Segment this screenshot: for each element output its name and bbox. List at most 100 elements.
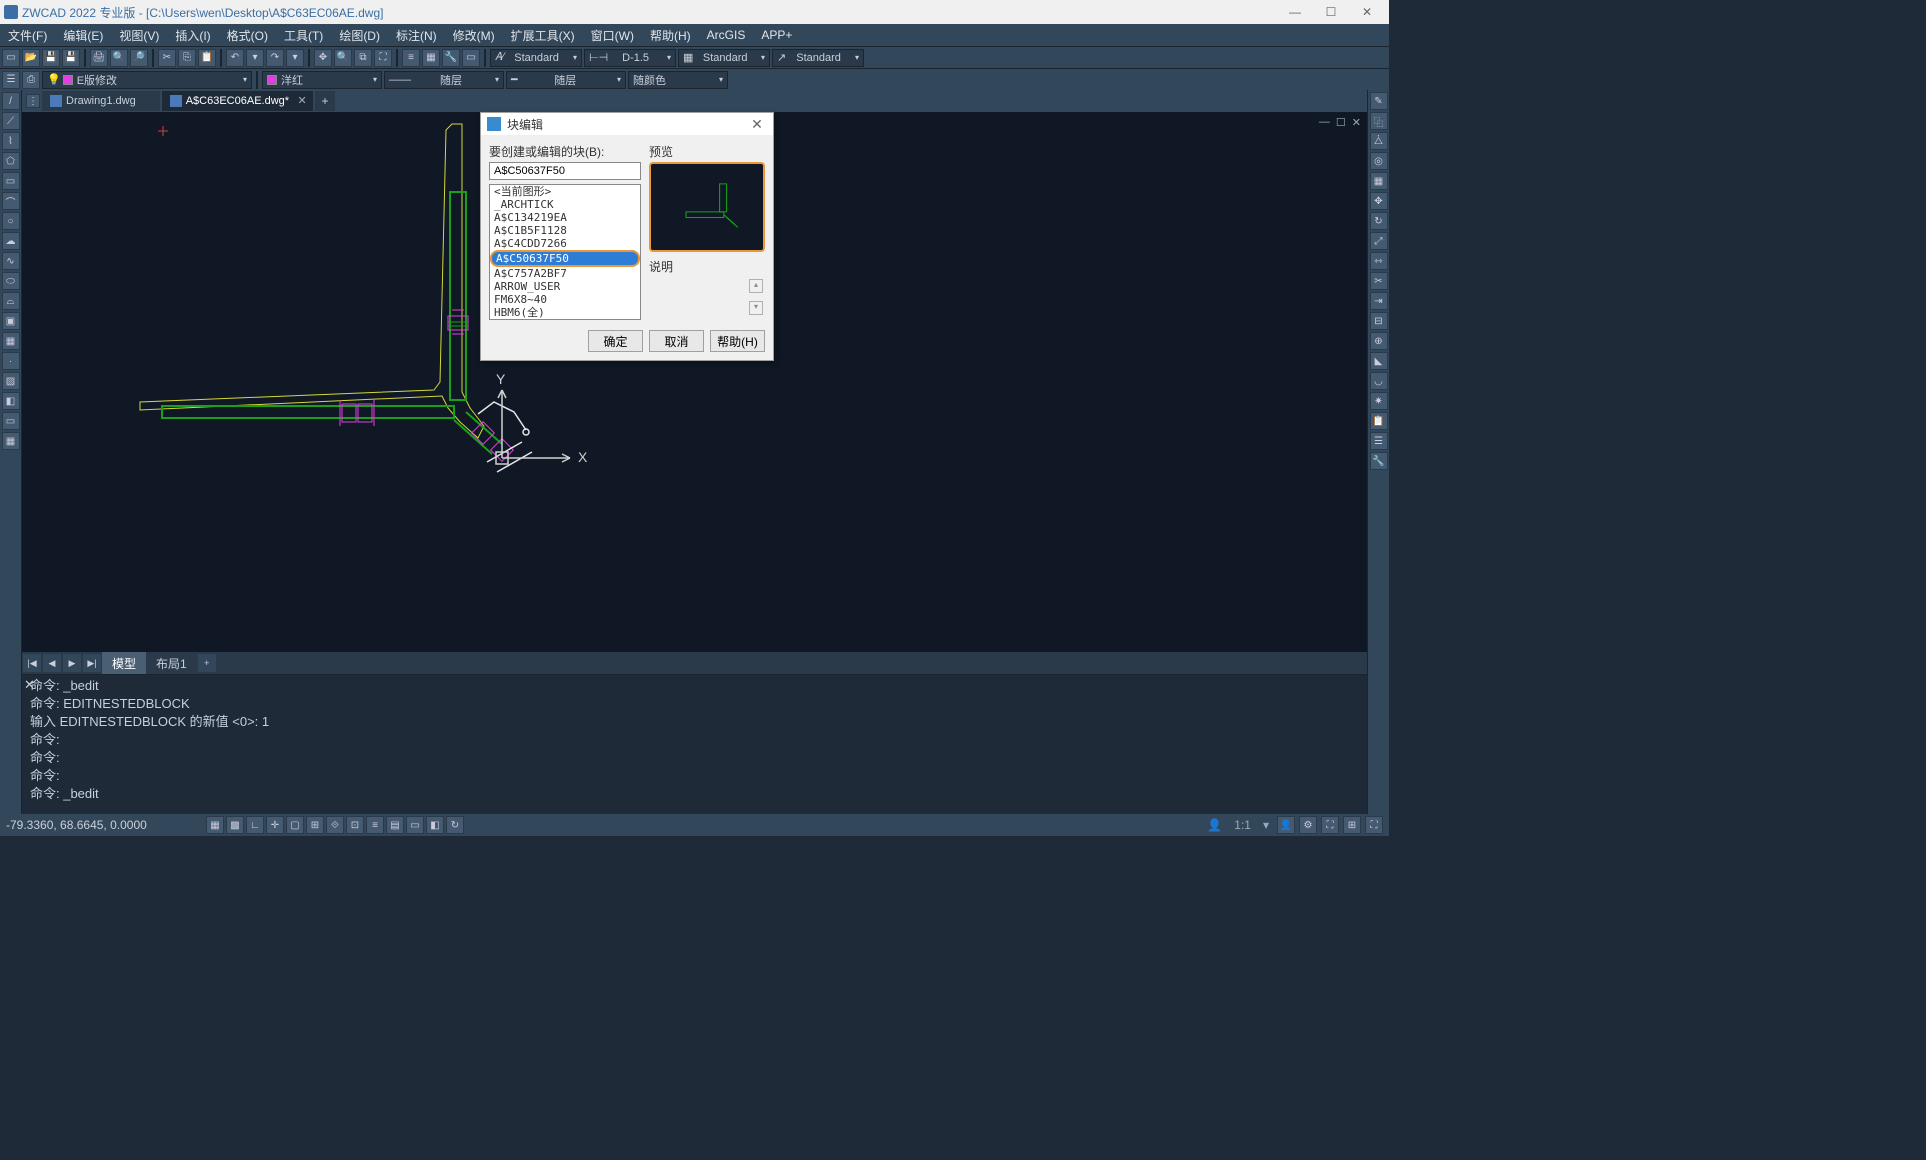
rotate-icon[interactable]: ↻ — [1370, 212, 1388, 230]
otrack-icon[interactable]: ⊞ — [306, 816, 324, 834]
region-icon[interactable]: ▭ — [2, 412, 20, 430]
list-item[interactable]: A$C757A2BF7 — [490, 267, 640, 280]
minimize-button[interactable]: — — [1277, 0, 1313, 24]
lt-add-icon[interactable]: + — [198, 654, 216, 672]
list-item[interactable]: _ARCHTICK — [490, 198, 640, 211]
menu-edit[interactable]: 编辑(E) — [55, 27, 111, 44]
props-icon[interactable]: ≡ — [402, 49, 420, 67]
redo-icon[interactable]: ↷ — [266, 49, 284, 67]
point-icon[interactable]: · — [2, 352, 20, 370]
polygon-icon[interactable]: ⬠ — [2, 152, 20, 170]
insert-icon[interactable]: ▣ — [2, 312, 20, 330]
saveas-icon[interactable]: 💾 — [62, 49, 80, 67]
xline-icon[interactable]: ⟋ — [2, 112, 20, 130]
find-icon[interactable]: 🔎 — [130, 49, 148, 67]
lt-last-icon[interactable]: ▶| — [83, 654, 101, 672]
st-ico2[interactable]: ⚙ — [1299, 816, 1317, 834]
ducs-icon[interactable]: ⟐ — [326, 816, 344, 834]
color-dropdown[interactable]: 洋红▾ — [262, 71, 382, 89]
st-ico3[interactable]: ⛶ — [1321, 816, 1339, 834]
transp-icon[interactable]: ▤ — [386, 816, 404, 834]
menu-tools[interactable]: 工具(T) — [276, 27, 331, 44]
copy-icon[interactable]: ⎘ — [178, 49, 196, 67]
tool2-icon[interactable]: 🔧 — [1370, 452, 1388, 470]
tablestyle-dropdown[interactable]: ▦Standard▾ — [678, 49, 770, 67]
vp-max-icon[interactable]: ☐ — [1336, 116, 1346, 129]
menu-appplus[interactable]: APP+ — [753, 28, 800, 42]
erase-icon[interactable]: ✎ — [1370, 92, 1388, 110]
layerprops-icon[interactable]: ☰ — [2, 71, 20, 89]
command-panel[interactable]: ✕ 命令: _bedit 命令: EDITNESTEDBLOCK 输入 EDIT… — [22, 674, 1367, 814]
block-icon[interactable]: ▦ — [2, 332, 20, 350]
close-button[interactable]: ✕ — [1349, 0, 1385, 24]
layeriso-icon[interactable]: ⎙ — [22, 71, 40, 89]
menu-arcgis[interactable]: ArcGIS — [699, 28, 754, 42]
vp-close-icon[interactable]: ✕ — [1352, 116, 1361, 129]
lineweight-dropdown[interactable]: ━随层▾ — [506, 71, 626, 89]
list-item[interactable]: HBM6(全) — [490, 306, 640, 319]
snap-icon[interactable]: ▦ — [206, 816, 224, 834]
line-icon[interactable]: / — [2, 92, 20, 110]
dialog-close-icon[interactable]: ✕ — [747, 116, 767, 133]
zoom-icon[interactable]: 🔍 — [334, 49, 352, 67]
ellipse-icon[interactable]: ⬭ — [2, 272, 20, 290]
menu-insert[interactable]: 插入(I) — [167, 27, 218, 44]
arc-icon[interactable]: ⌒ — [2, 192, 20, 210]
props2-icon[interactable]: 📋 — [1370, 412, 1388, 430]
trim-icon[interactable]: ✂ — [1370, 272, 1388, 290]
lt-prev-icon[interactable]: ◀ — [43, 654, 61, 672]
menu-dimension[interactable]: 标注(N) — [388, 27, 445, 44]
list-item-selected[interactable]: A$C50637F50 — [490, 250, 640, 267]
mirror-icon[interactable]: ⧊ — [1370, 132, 1388, 150]
menu-format[interactable]: 格式(O) — [219, 27, 276, 44]
vp-min-icon[interactable]: — — [1319, 116, 1330, 129]
hatch-icon[interactable]: ▨ — [2, 372, 20, 390]
annoscale-value[interactable]: 1:1 — [1230, 818, 1255, 832]
file-tab-add[interactable]: + — [315, 91, 335, 111]
open-icon[interactable]: 📂 — [22, 49, 40, 67]
extend-icon[interactable]: ⇥ — [1370, 292, 1388, 310]
explode-icon[interactable]: ✷ — [1370, 392, 1388, 410]
close-icon[interactable]: ✕ — [295, 94, 309, 108]
qp-icon[interactable]: ▭ — [406, 816, 424, 834]
array-icon[interactable]: ▦ — [1370, 172, 1388, 190]
save-icon[interactable]: 💾 — [42, 49, 60, 67]
maximize-button[interactable]: ☐ — [1313, 0, 1349, 24]
dimstyle-dropdown[interactable]: ⊢⊣D-1.5▾ — [584, 49, 676, 67]
lwt-icon[interactable]: ≡ — [366, 816, 384, 834]
spline-icon[interactable]: ∿ — [2, 252, 20, 270]
table-icon[interactable]: ▦ — [2, 432, 20, 450]
st-ico1[interactable]: 👤 — [1277, 816, 1295, 834]
file-tab-drawing1[interactable]: Drawing1.dwg — [42, 91, 160, 111]
block-name-input[interactable] — [489, 162, 641, 180]
cancel-button[interactable]: 取消 — [649, 330, 704, 352]
list-item[interactable]: A$C1B5F1128 — [490, 224, 640, 237]
rect-icon[interactable]: ▭ — [2, 172, 20, 190]
layer2-icon[interactable]: ☰ — [1370, 432, 1388, 450]
scroll-down-icon[interactable]: ▾ — [749, 301, 763, 315]
st-ico4[interactable]: ⊞ — [1343, 816, 1361, 834]
copy2-icon[interactable]: ⿻ — [1370, 112, 1388, 130]
scale-icon[interactable]: ⤢ — [1370, 232, 1388, 250]
list-item[interactable]: A$C4CDD7266 — [490, 237, 640, 250]
fillet-icon[interactable]: ◡ — [1370, 372, 1388, 390]
break-icon[interactable]: ⊟ — [1370, 312, 1388, 330]
calc-icon[interactable]: ▭ — [462, 49, 480, 67]
new-icon[interactable]: ▭ — [2, 49, 20, 67]
list-item[interactable]: HBM8(全) — [490, 319, 640, 320]
zoomext-icon[interactable]: ⛶ — [374, 49, 392, 67]
join-icon[interactable]: ⊕ — [1370, 332, 1388, 350]
move-icon[interactable]: ✥ — [1370, 192, 1388, 210]
plotstyle-dropdown[interactable]: 随颜色▾ — [628, 71, 728, 89]
layout-tab-layout1[interactable]: 布局1 — [146, 652, 197, 674]
filetab-grip-icon[interactable]: ⋮ — [26, 94, 40, 108]
pan-icon[interactable]: ✥ — [314, 49, 332, 67]
cmd-close-icon[interactable]: ✕ — [24, 677, 35, 693]
stretch-icon[interactable]: ⇿ — [1370, 252, 1388, 270]
dyn-icon[interactable]: ⊡ — [346, 816, 364, 834]
st-fullscreen-icon[interactable]: ⛶ — [1365, 816, 1383, 834]
list-item[interactable]: A$C134219EA — [490, 211, 640, 224]
print-icon[interactable]: 🖨 — [90, 49, 108, 67]
osnap-icon[interactable]: ▢ — [286, 816, 304, 834]
mleaderstyle-dropdown[interactable]: ↗Standard▾ — [772, 49, 864, 67]
